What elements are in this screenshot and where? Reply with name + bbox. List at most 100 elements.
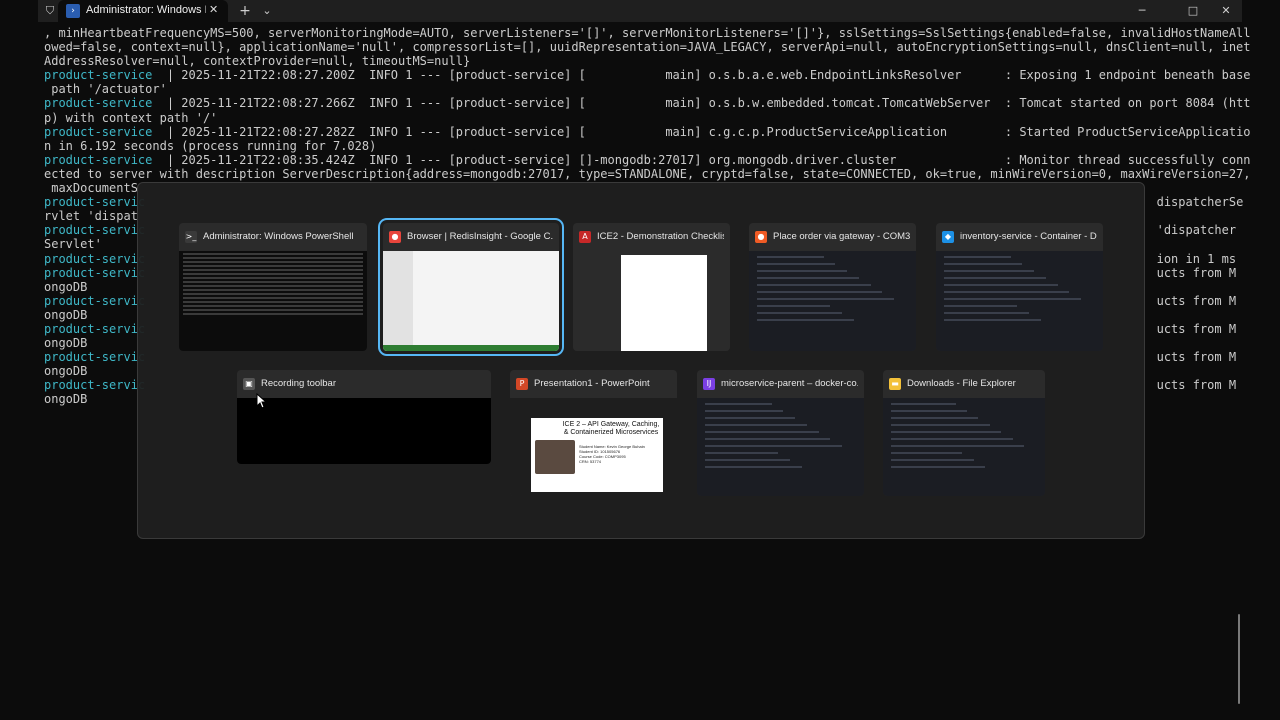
preview-line bbox=[183, 269, 363, 271]
log-text: p) with context path '/' bbox=[44, 110, 218, 125]
switcher-window-card[interactable]: ● Browser | RedisInsight - Google C... bbox=[378, 218, 564, 356]
preview-line bbox=[705, 417, 796, 419]
switcher-window-card[interactable]: ◆ inventory-service - Container - D... bbox=[936, 223, 1103, 351]
card-header: ● Browser | RedisInsight - Google C... bbox=[383, 223, 559, 251]
maximize-button[interactable]: □ bbox=[1185, 3, 1201, 19]
tab-close-icon[interactable]: ✕ bbox=[209, 3, 218, 16]
preview-page bbox=[621, 255, 707, 351]
preview-line bbox=[944, 277, 1046, 279]
preview-line bbox=[183, 305, 363, 307]
slide-info-line: CRN: 53774 bbox=[579, 459, 602, 464]
switcher-window-card[interactable]: P Presentation1 - PowerPoint ICE 2 – API G… bbox=[510, 370, 677, 496]
card-title: Downloads - File Explorer bbox=[907, 378, 1016, 389]
service-prefix: product-servic bbox=[44, 378, 146, 393]
preview-line bbox=[183, 301, 363, 303]
preview-line bbox=[705, 410, 784, 412]
preview-line bbox=[705, 452, 779, 454]
switcher-window-card[interactable]: ▬ Downloads - File Explorer bbox=[883, 370, 1045, 496]
window-preview bbox=[883, 398, 1045, 496]
close-button[interactable]: ✕ bbox=[1218, 3, 1234, 19]
preview-line bbox=[705, 466, 802, 468]
preview-line bbox=[705, 459, 791, 461]
preview-line bbox=[891, 438, 1013, 440]
switcher-window-card[interactable]: IJ microservice-parent – docker-co... bbox=[697, 370, 864, 496]
docker-icon: ◆ bbox=[942, 231, 954, 243]
service-prefix: product-service bbox=[44, 68, 153, 83]
preview-line bbox=[891, 403, 956, 405]
console-line: p) with context path '/' bbox=[44, 111, 1230, 125]
preview-line bbox=[183, 273, 363, 275]
scrollbar[interactable] bbox=[1238, 614, 1240, 704]
card-header: ▬ Downloads - File Explorer bbox=[883, 370, 1045, 398]
log-text: | 2025-11-21T22:08:27.282Z INFO 1 --- [p… bbox=[152, 124, 1251, 139]
preview-line bbox=[705, 424, 807, 426]
log-text: , minHeartbeatFrequencyMS=500, serverMon… bbox=[44, 26, 1251, 40]
card-header: ◆ inventory-service - Container - D... bbox=[936, 223, 1103, 251]
preview-line bbox=[757, 270, 848, 272]
log-text: ected to server with description ServerD… bbox=[44, 166, 1251, 181]
terminal-icon: >_ bbox=[185, 231, 197, 243]
preview-sidebar bbox=[383, 251, 413, 351]
folder-icon: ▬ bbox=[889, 378, 901, 390]
preview-line bbox=[183, 289, 363, 291]
preview-line bbox=[757, 284, 871, 286]
preview-line bbox=[757, 256, 824, 258]
tab-powershell[interactable]: › Administrator: Windows Powe ✕ bbox=[58, 0, 228, 22]
powerpoint-icon: P bbox=[516, 378, 528, 390]
log-text: ongoDB bbox=[44, 392, 88, 407]
task-switcher: >_ Administrator: Windows PowerShell ● Brow… bbox=[137, 182, 1145, 539]
preview-line bbox=[944, 312, 1030, 314]
service-prefix: product-servic bbox=[44, 293, 146, 308]
window-preview bbox=[936, 251, 1103, 351]
preview-line bbox=[891, 417, 979, 419]
preview-line bbox=[757, 263, 836, 265]
preview-line bbox=[183, 265, 363, 267]
slide-info: Student Name: Kevin George Buhain Student… bbox=[579, 444, 645, 464]
preview-line bbox=[891, 424, 990, 426]
log-text: owed=false, context=null}, applicationNa… bbox=[44, 40, 1251, 55]
card-header: ● Place order via gateway - COM30... bbox=[749, 223, 916, 251]
window-preview bbox=[749, 251, 916, 351]
log-text: rvlet 'dispat bbox=[44, 209, 138, 224]
switcher-window-card[interactable]: >_ Administrator: Windows PowerShell bbox=[179, 223, 367, 351]
title-bar: ⛉ › Administrator: Windows Powe ✕ + ⌄ ─ … bbox=[38, 0, 1242, 22]
preview-line bbox=[944, 291, 1070, 293]
preview-line bbox=[891, 445, 1024, 447]
window-preview bbox=[383, 251, 559, 351]
preview-line bbox=[183, 253, 363, 255]
preview-line bbox=[757, 291, 883, 293]
switcher-window-card[interactable]: ▣ Recording toolbar bbox=[237, 370, 491, 464]
service-prefix: product-service bbox=[44, 124, 153, 139]
pdf-icon: A bbox=[579, 231, 591, 243]
new-tab-button[interactable]: + bbox=[237, 3, 253, 19]
card-title: ICE2 - Demonstration Checklist... bbox=[597, 231, 724, 242]
tab-title: Administrator: Windows Powe bbox=[86, 4, 206, 16]
preview-line bbox=[891, 452, 963, 454]
console-line: AddressResolver=null, contextProvider=nu… bbox=[44, 54, 1230, 68]
service-prefix: product-servic bbox=[44, 265, 146, 280]
preview-line bbox=[705, 438, 831, 440]
preview-line bbox=[183, 257, 363, 259]
service-prefix: product-servic bbox=[44, 195, 146, 210]
slide-title: ICE 2 – API Gateway, Caching, & Containe… bbox=[562, 421, 660, 436]
preview-line bbox=[944, 319, 1041, 321]
preview-line bbox=[183, 297, 363, 299]
preview-line bbox=[757, 277, 859, 279]
service-prefix: product-servic bbox=[44, 223, 146, 238]
card-title: Presentation1 - PowerPoint bbox=[534, 378, 650, 389]
card-header: >_ Administrator: Windows PowerShell bbox=[179, 223, 367, 251]
log-text: ongoDB bbox=[44, 307, 88, 322]
tab-dropdown-button[interactable]: ⌄ bbox=[259, 3, 275, 19]
preview-line bbox=[944, 270, 1035, 272]
log-text: | 2025-11-21T22:08:35.424Z INFO 1 --- [p… bbox=[152, 152, 1251, 167]
minimize-button[interactable]: ─ bbox=[1134, 3, 1150, 19]
service-prefix: product-service bbox=[44, 152, 153, 167]
switcher-window-card[interactable]: A ICE2 - Demonstration Checklist... bbox=[573, 223, 730, 351]
preview-line bbox=[891, 459, 974, 461]
switcher-window-card[interactable]: ● Place order via gateway - COM30... bbox=[749, 223, 916, 351]
preview-line bbox=[705, 431, 819, 433]
console-line: owed=false, context=null}, applicationNa… bbox=[44, 40, 1251, 54]
window-preview bbox=[179, 251, 367, 351]
preview-status-bar bbox=[383, 345, 559, 351]
mouse-cursor-icon bbox=[256, 393, 268, 409]
